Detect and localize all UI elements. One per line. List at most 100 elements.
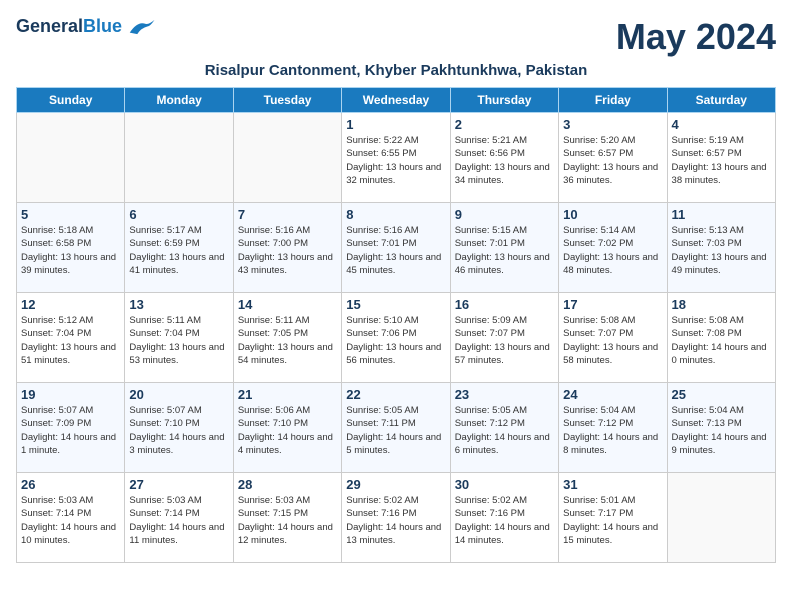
calendar-day-cell: 9Sunrise: 5:15 AMSunset: 7:01 PMDaylight…	[450, 203, 558, 293]
day-number: 17	[563, 297, 662, 312]
calendar-day-cell: 8 Sunrise: 5:16 AMSunset: 7:01 PMDaylight…	[342, 203, 450, 293]
month-title: May 2024	[616, 16, 776, 58]
day-info: Sunrise: 5:08 AMSunset: 7:07 PMDaylight:…	[563, 314, 662, 367]
day-info: Sunrise: 5:05 AMSunset: 7:12 PMDaylight:…	[455, 404, 554, 457]
day-info: Sunrise: 5:03 AMSunset: 7:14 PMDaylight:…	[129, 494, 228, 547]
day-number: 16	[455, 297, 554, 312]
calendar-week-row: 26 Sunrise: 5:03 AMSunset: 7:14 PMDayligh…	[17, 473, 776, 563]
day-info: Sunrise: 5:07 AMSunset: 7:09 PMDaylight:…	[21, 404, 120, 457]
day-info: Sunrise: 5:03 AMSunset: 7:15 PMDaylight:…	[238, 494, 337, 547]
day-info: Sunrise: 5:12 AMSunset: 7:04 PMDaylight:…	[21, 314, 120, 367]
day-number: 15	[346, 297, 445, 312]
calendar-day-cell: 26 Sunrise: 5:03 AMSunset: 7:14 PMDayligh…	[17, 473, 125, 563]
calendar-week-row: 12 Sunrise: 5:12 AMSunset: 7:04 PMDayligh…	[17, 293, 776, 383]
day-number: 22	[346, 387, 445, 402]
calendar-day-cell: 15Sunrise: 5:10 AMSunset: 7:06 PMDayligh…	[342, 293, 450, 383]
calendar-day-cell: 27 Sunrise: 5:03 AMSunset: 7:14 PMDayligh…	[125, 473, 233, 563]
weekday-header: Friday	[559, 88, 667, 113]
calendar-day-cell: 28 Sunrise: 5:03 AMSunset: 7:15 PMDayligh…	[233, 473, 341, 563]
calendar-day-cell: 17 Sunrise: 5:08 AMSunset: 7:07 PMDayligh…	[559, 293, 667, 383]
day-number: 6	[129, 207, 228, 222]
day-info: Sunrise: 5:11 AMSunset: 7:04 PMDaylight:…	[129, 314, 228, 367]
calendar-day-cell: 20Sunrise: 5:07 AMSunset: 7:10 PMDayligh…	[125, 383, 233, 473]
calendar-day-cell: 23 Sunrise: 5:05 AMSunset: 7:12 PMDayligh…	[450, 383, 558, 473]
day-info: Sunrise: 5:02 AMSunset: 7:16 PMDaylight:…	[455, 494, 554, 547]
calendar-day-cell: 2Sunrise: 5:21 AMSunset: 6:56 PMDaylight…	[450, 113, 558, 203]
day-info: Sunrise: 5:16 AMSunset: 7:01 PMDaylight:…	[346, 224, 445, 277]
calendar-day-cell: 12 Sunrise: 5:12 AMSunset: 7:04 PMDayligh…	[17, 293, 125, 383]
day-info: Sunrise: 5:18 AMSunset: 6:58 PMDaylight:…	[21, 224, 120, 277]
calendar-day-cell: 13 Sunrise: 5:11 AMSunset: 7:04 PMDayligh…	[125, 293, 233, 383]
weekday-header: Wednesday	[342, 88, 450, 113]
calendar-subtitle: Risalpur Cantonment, Khyber Pakhtunkhwa,…	[16, 62, 776, 79]
calendar-table: SundayMondayTuesdayWednesdayThursdayFrid…	[16, 87, 776, 563]
day-number: 25	[672, 387, 771, 402]
day-number: 26	[21, 477, 120, 492]
calendar-day-cell	[233, 113, 341, 203]
day-number: 18	[672, 297, 771, 312]
day-number: 23	[455, 387, 554, 402]
day-number: 19	[21, 387, 120, 402]
day-number: 24	[563, 387, 662, 402]
calendar-day-cell: 30Sunrise: 5:02 AMSunset: 7:16 PMDayligh…	[450, 473, 558, 563]
calendar-day-cell: 6 Sunrise: 5:17 AMSunset: 6:59 PMDaylight…	[125, 203, 233, 293]
day-info: Sunrise: 5:03 AMSunset: 7:14 PMDaylight:…	[21, 494, 120, 547]
day-info: Sunrise: 5:21 AMSunset: 6:56 PMDaylight:…	[455, 134, 554, 187]
calendar-day-cell: 25 Sunrise: 5:04 AMSunset: 7:13 PMDayligh…	[667, 383, 775, 473]
day-number: 3	[563, 117, 662, 132]
day-info: Sunrise: 5:04 AMSunset: 7:13 PMDaylight:…	[672, 404, 771, 457]
day-info: Sunrise: 5:11 AMSunset: 7:05 PMDaylight:…	[238, 314, 337, 367]
day-number: 28	[238, 477, 337, 492]
weekday-header-row: SundayMondayTuesdayWednesdayThursdayFrid…	[17, 88, 776, 113]
weekday-header: Saturday	[667, 88, 775, 113]
calendar-day-cell	[667, 473, 775, 563]
day-number: 4	[672, 117, 771, 132]
day-info: Sunrise: 5:14 AMSunset: 7:02 PMDaylight:…	[563, 224, 662, 277]
day-number: 14	[238, 297, 337, 312]
calendar-day-cell: 1Sunrise: 5:22 AMSunset: 6:55 PMDaylight…	[342, 113, 450, 203]
day-number: 27	[129, 477, 228, 492]
calendar-day-cell: 10 Sunrise: 5:14 AMSunset: 7:02 PMDayligh…	[559, 203, 667, 293]
logo-blue: Blue	[83, 16, 122, 36]
calendar-day-cell: 11 Sunrise: 5:13 AMSunset: 7:03 PMDayligh…	[667, 203, 775, 293]
day-number: 13	[129, 297, 228, 312]
day-info: Sunrise: 5:06 AMSunset: 7:10 PMDaylight:…	[238, 404, 337, 457]
day-info: Sunrise: 5:08 AMSunset: 7:08 PMDaylight:…	[672, 314, 771, 367]
day-number: 29	[346, 477, 445, 492]
day-info: Sunrise: 5:17 AMSunset: 6:59 PMDaylight:…	[129, 224, 228, 277]
calendar-day-cell: 3 Sunrise: 5:20 AMSunset: 6:57 PMDaylight…	[559, 113, 667, 203]
day-number: 20	[129, 387, 228, 402]
calendar-day-cell: 14 Sunrise: 5:11 AMSunset: 7:05 PMDayligh…	[233, 293, 341, 383]
calendar-week-row: 1Sunrise: 5:22 AMSunset: 6:55 PMDaylight…	[17, 113, 776, 203]
calendar-day-cell: 5Sunrise: 5:18 AMSunset: 6:58 PMDaylight…	[17, 203, 125, 293]
day-info: Sunrise: 5:01 AMSunset: 7:17 PMDaylight:…	[563, 494, 662, 547]
logo-bird-icon	[126, 17, 156, 37]
weekday-header: Sunday	[17, 88, 125, 113]
calendar-week-row: 19 Sunrise: 5:07 AMSunset: 7:09 PMDayligh…	[17, 383, 776, 473]
logo: GeneralBlue	[16, 16, 156, 37]
calendar-day-cell: 24Sunrise: 5:04 AMSunset: 7:12 PMDayligh…	[559, 383, 667, 473]
calendar-day-cell	[17, 113, 125, 203]
calendar-day-cell: 22 Sunrise: 5:05 AMSunset: 7:11 PMDayligh…	[342, 383, 450, 473]
calendar-day-cell: 31Sunrise: 5:01 AMSunset: 7:17 PMDayligh…	[559, 473, 667, 563]
day-number: 21	[238, 387, 337, 402]
day-info: Sunrise: 5:20 AMSunset: 6:57 PMDaylight:…	[563, 134, 662, 187]
day-number: 8	[346, 207, 445, 222]
day-number: 12	[21, 297, 120, 312]
weekday-header: Monday	[125, 88, 233, 113]
calendar-day-cell: 7Sunrise: 5:16 AMSunset: 7:00 PMDaylight…	[233, 203, 341, 293]
calendar-day-cell: 4 Sunrise: 5:19 AMSunset: 6:57 PMDaylight…	[667, 113, 775, 203]
day-number: 11	[672, 207, 771, 222]
day-number: 10	[563, 207, 662, 222]
day-info: Sunrise: 5:05 AMSunset: 7:11 PMDaylight:…	[346, 404, 445, 457]
weekday-header: Tuesday	[233, 88, 341, 113]
day-number: 9	[455, 207, 554, 222]
day-info: Sunrise: 5:22 AMSunset: 6:55 PMDaylight:…	[346, 134, 445, 187]
calendar-day-cell: 29Sunrise: 5:02 AMSunset: 7:16 PMDayligh…	[342, 473, 450, 563]
day-info: Sunrise: 5:19 AMSunset: 6:57 PMDaylight:…	[672, 134, 771, 187]
day-number: 7	[238, 207, 337, 222]
day-info: Sunrise: 5:09 AMSunset: 7:07 PMDaylight:…	[455, 314, 554, 367]
day-info: Sunrise: 5:13 AMSunset: 7:03 PMDaylight:…	[672, 224, 771, 277]
page-header: GeneralBlue May 2024	[16, 16, 776, 58]
calendar-day-cell: 18 Sunrise: 5:08 AMSunset: 7:08 PMDayligh…	[667, 293, 775, 383]
